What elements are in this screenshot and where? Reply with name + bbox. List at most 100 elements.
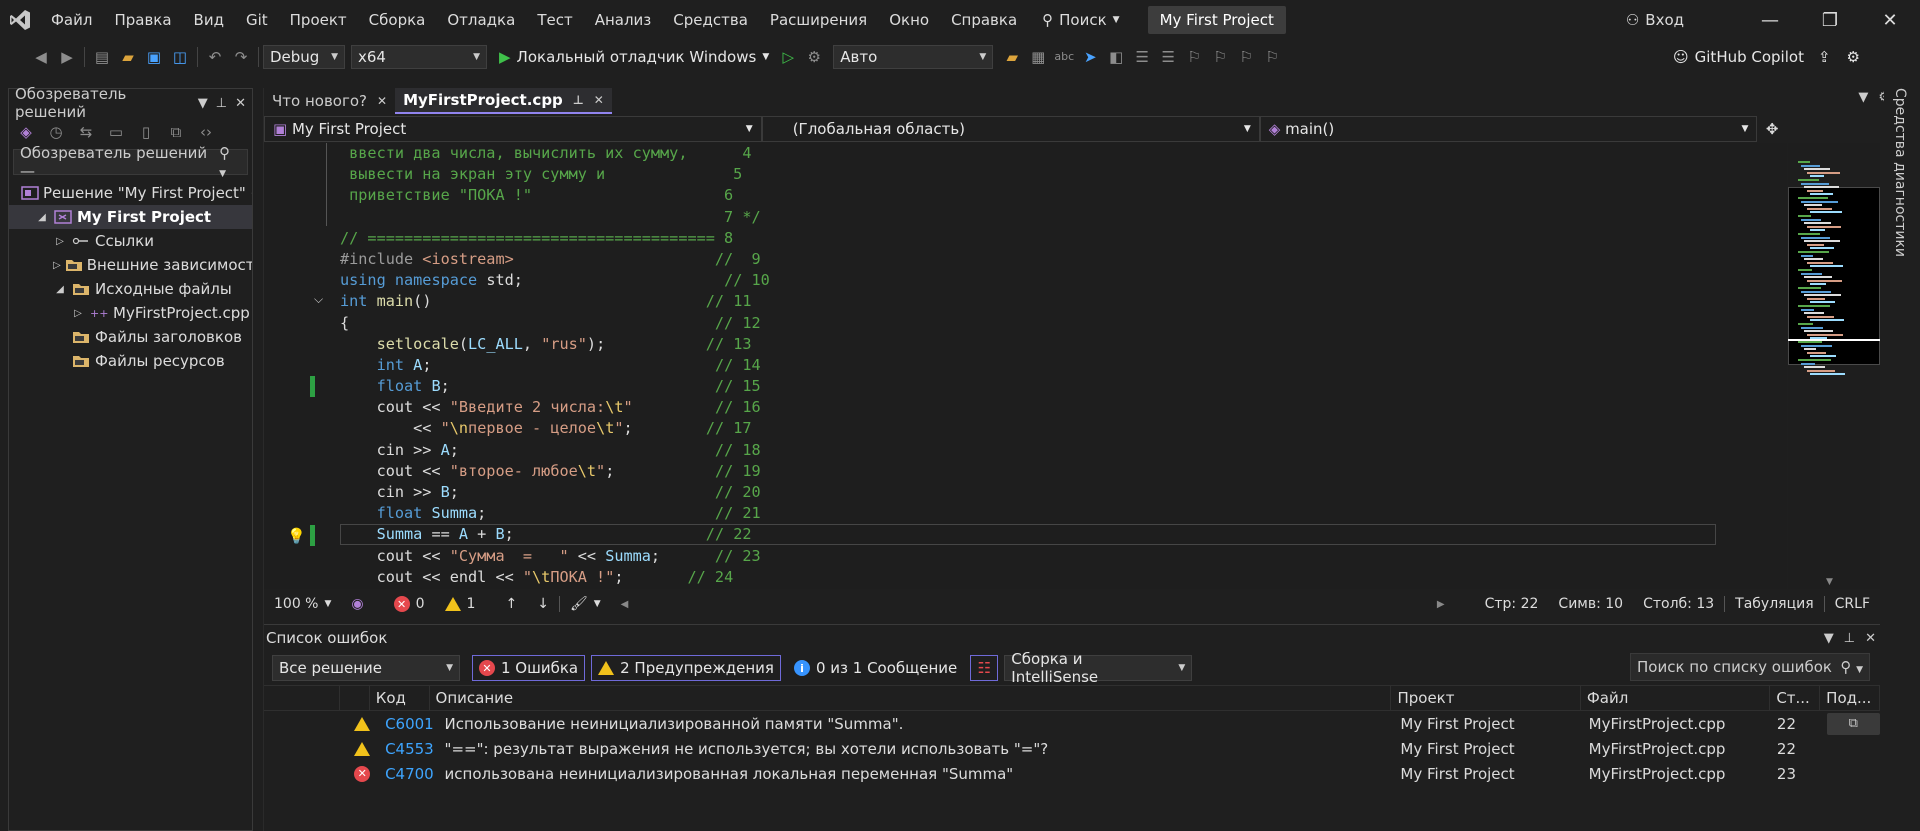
start-debugging-button[interactable]: ▶ Локальный отладчик Windows ▼	[493, 48, 775, 66]
zoom-select[interactable]: 100 % ▼	[264, 596, 341, 612]
col-indicator[interactable]: Столб: 13	[1633, 596, 1724, 612]
warning-count[interactable]: 1	[435, 596, 486, 612]
start-without-debugging-icon[interactable]: ▷	[775, 44, 801, 70]
open-folder-icon[interactable]: ▰	[115, 44, 141, 70]
expand-toggle-icon[interactable]: ◢	[53, 284, 67, 295]
cleanup-icon[interactable]: 🖌 ▼	[560, 596, 611, 612]
suppress-button[interactable]: ⧉	[1826, 712, 1880, 735]
tree-item[interactable]: ▷ Внешние зависимости	[9, 253, 252, 277]
login-button[interactable]: ⚇ Вход	[1626, 11, 1684, 29]
column-header[interactable]: Под...	[1820, 686, 1880, 710]
collapse-all-icon[interactable]: ▭	[103, 119, 129, 145]
tree-item[interactable]: ◢ Исходные файлы	[9, 277, 252, 301]
indent-indicator[interactable]: Табуляция	[1725, 596, 1823, 612]
diagnostics-strip[interactable]: Средства диагностики	[1884, 88, 1920, 831]
scope-select[interactable]: Все решение ▼	[272, 655, 460, 681]
messages-filter-toggle[interactable]: i 0 из 1 Сообщение	[787, 655, 964, 681]
close-icon[interactable]: ✕	[377, 94, 387, 108]
column-header[interactable]: Ст...	[1770, 686, 1821, 710]
tree-item[interactable]: ◢ My First Project	[9, 205, 252, 229]
tab-myfirstproject-cpp[interactable]: MyFirstProject.cpp ⊥ ✕	[395, 88, 612, 114]
code-view-icon[interactable]: ‹›	[193, 119, 219, 145]
menu-item[interactable]: Расширения	[759, 0, 878, 40]
vs-switch-view-icon[interactable]: ◈	[13, 119, 39, 145]
collapse-icon[interactable]: ⌵	[314, 292, 323, 307]
menu-item[interactable]: Правка	[103, 0, 182, 40]
configuration-select[interactable]: Debug ▼	[263, 44, 345, 69]
lightbulb-icon[interactable]: 💡	[287, 527, 306, 545]
menu-item[interactable]: Справка	[940, 0, 1028, 40]
tree-item[interactable]: Файлы ресурсов	[9, 349, 252, 373]
sync-icon[interactable]: ⇆	[73, 119, 99, 145]
expand-toggle-icon[interactable]: ▷	[71, 308, 85, 319]
code-editor[interactable]: ⌵ ввести два числа, вычислить их сумму, …	[264, 143, 1787, 589]
error-row[interactable]: C6001 Использование неинициализированной …	[264, 711, 1880, 736]
error-row[interactable]: C4553 "==": результат выражения не исполь…	[264, 736, 1880, 761]
next-issue-icon[interactable]: ↓	[527, 596, 559, 612]
forward-icon[interactable]: ▶	[54, 44, 80, 70]
errors-filter-toggle[interactable]: ✕ 1 Ошибка	[472, 655, 586, 681]
close-icon[interactable]: ✕	[594, 93, 604, 107]
project-scope-select[interactable]: ▣ My First Project ▼	[264, 116, 762, 142]
restore-button[interactable]: ❐	[1800, 0, 1860, 40]
column-header[interactable]: Файл	[1581, 686, 1771, 710]
tab-list-icon[interactable]: ▼	[1858, 90, 1868, 105]
github-copilot-button[interactable]: ☺ GitHub Copilot ⇪ ⚙	[1673, 40, 1860, 73]
menu-item[interactable]: Файл	[40, 0, 103, 40]
indent-icon[interactable]: ☰	[1129, 44, 1155, 70]
history-icon[interactable]: ◷	[43, 119, 69, 145]
prev-issue-icon[interactable]: ↑	[485, 596, 527, 612]
error-code-link[interactable]: C6001	[385, 715, 434, 733]
search-menu[interactable]: ⚲ Поиск ▼	[1028, 11, 1133, 29]
close-window-button[interactable]: ✕	[1860, 0, 1920, 40]
warnings-filter-toggle[interactable]: 2 Предупреждения	[591, 655, 781, 681]
bookmark-clear-icon[interactable]: ⚐	[1259, 44, 1285, 70]
char-indicator[interactable]: Симв: 10	[1548, 596, 1633, 612]
filter-icon[interactable]: ☷	[970, 655, 999, 681]
split-editor-icon[interactable]: ✥	[1757, 116, 1787, 142]
source-select[interactable]: Сборка и IntelliSense ▼	[1004, 650, 1193, 686]
pointer-icon[interactable]: ➤	[1077, 44, 1103, 70]
menu-item[interactable]: Вид	[183, 0, 235, 40]
show-all-files-icon[interactable]: ▯	[133, 119, 159, 145]
tab-whats-new[interactable]: Что нового? ✕	[264, 88, 395, 114]
layout-icon[interactable]: ▦	[1025, 44, 1051, 70]
window-icon[interactable]: ◧	[1103, 44, 1129, 70]
pin-icon[interactable]: ⊥	[216, 96, 227, 111]
spellcheck-icon[interactable]: abc	[1051, 44, 1077, 70]
expand-toggle-icon[interactable]: ◢	[35, 212, 49, 223]
menu-item[interactable]: Git	[235, 0, 279, 40]
tree-item[interactable]: Файлы заголовков	[9, 325, 252, 349]
tree-item[interactable]: Решение "My First Project" (1	[9, 181, 252, 205]
bookmark-next-icon[interactable]: ⚐	[1233, 44, 1259, 70]
solution-search-input[interactable]: Обозреватель решений — ⚲ ▼	[13, 144, 248, 180]
eol-indicator[interactable]: CRLF	[1825, 596, 1880, 612]
properties-icon[interactable]: ⧉	[163, 119, 189, 145]
bookmark-icon[interactable]: ⚐	[1181, 44, 1207, 70]
pin-icon[interactable]: ⊥	[1844, 631, 1855, 646]
scroll-right-icon[interactable]: ▶	[1427, 599, 1455, 610]
member-select[interactable]: ◈ main() ▼	[1259, 116, 1758, 142]
scroll-down-icon[interactable]: ▼	[1826, 577, 1833, 587]
error-code-link[interactable]: C4700	[385, 765, 434, 783]
outdent-icon[interactable]: ☰	[1155, 44, 1181, 70]
pin-icon[interactable]: ⊥	[573, 93, 584, 107]
hot-reload-icon[interactable]: ⚙	[801, 44, 827, 70]
expand-toggle-icon[interactable]: ▷	[53, 236, 67, 247]
bookmark-prev-icon[interactable]: ⚐	[1207, 44, 1233, 70]
undo-icon[interactable]: ↶	[202, 44, 228, 70]
diagnostics-label[interactable]: Средства диагностики	[1892, 88, 1908, 257]
save-icon[interactable]: ▣	[141, 44, 167, 70]
menu-item[interactable]: Отладка	[436, 0, 526, 40]
minimize-button[interactable]: —	[1740, 0, 1800, 40]
panel-menu-icon[interactable]: ▼	[1824, 631, 1834, 646]
close-icon[interactable]: ✕	[235, 96, 246, 111]
platform-select[interactable]: x64 ▼	[351, 44, 487, 69]
tree-item[interactable]: ▷ ++ MyFirstProject.cpp	[9, 301, 252, 325]
column-header[interactable]: Описание	[430, 686, 1392, 710]
error-search-input[interactable]: Поиск по списку ошибок ⚲ ▼	[1630, 653, 1870, 681]
error-row[interactable]: ✕ C4700 использована неинициализированная …	[264, 761, 1880, 786]
close-icon[interactable]: ✕	[1865, 631, 1876, 646]
error-count[interactable]: ✕ 0	[374, 596, 435, 612]
menu-item[interactable]: Анализ	[584, 0, 663, 40]
